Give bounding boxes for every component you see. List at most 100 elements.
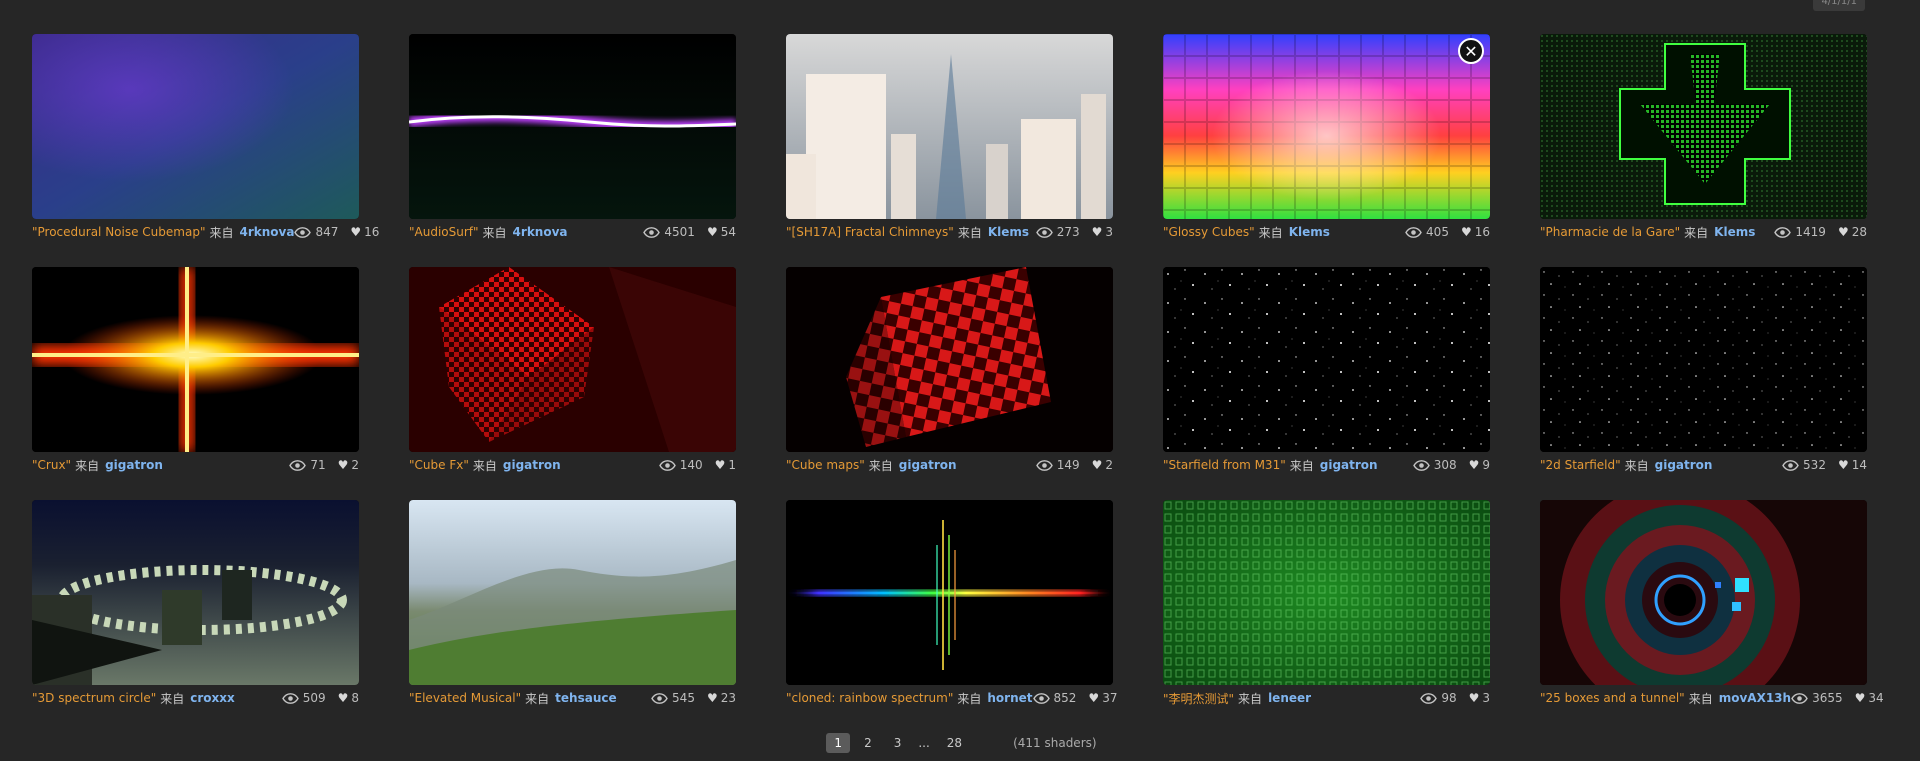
shader-thumbnail[interactable] (786, 34, 1113, 219)
page-link-3[interactable]: 3 (886, 733, 910, 753)
shader-card[interactable]: "AudioSurf" 来自 4rknova 4501 ♥ 54 (409, 34, 736, 249)
shader-thumbnail[interactable] (1540, 500, 1867, 685)
shader-stats: 3655 ♥ 34 (1791, 691, 1884, 705)
page-link-2[interactable]: 2 (856, 733, 880, 753)
from-label: 来自 (1624, 458, 1649, 473)
close-icon[interactable]: ✕ (1458, 38, 1484, 64)
from-label: 来自 (1684, 225, 1709, 240)
shader-thumbnail[interactable] (1540, 34, 1867, 219)
shader-title[interactable]: "Procedural Noise Cubemap" (32, 225, 205, 239)
shader-card[interactable]: "cloned: rainbow spectrum" 来自 hornet 852… (786, 500, 1117, 715)
shader-thumbnail[interactable] (786, 267, 1113, 452)
shader-stats: 4501 ♥ 54 (643, 225, 736, 239)
view-count: 545 (672, 691, 695, 705)
shader-thumbnail[interactable] (1163, 267, 1490, 452)
shader-author[interactable]: Klems (1714, 225, 1755, 239)
shader-title[interactable]: "3D spectrum circle" (32, 691, 156, 705)
shader-meta: "2d Starfield" 来自 gigatron 532 ♥ 14 (1540, 456, 1867, 474)
shader-card[interactable]: "Procedural Noise Cubemap" 来自 4rknova 84… (32, 34, 379, 249)
shader-thumbnail[interactable] (786, 500, 1113, 685)
like-count: 2 (351, 458, 359, 472)
shader-author[interactable]: 4rknova (239, 225, 294, 239)
shader-author[interactable]: gigatron (503, 458, 561, 472)
shader-title[interactable]: "Glossy Cubes" (1163, 225, 1255, 239)
shader-title[interactable]: "Cube maps" (786, 458, 865, 472)
view-count: 1419 (1795, 225, 1826, 239)
page-link-last[interactable]: 28 (939, 733, 970, 753)
from-label: 来自 (957, 225, 982, 240)
top-corner-badge: 4/1/1/1 (1813, 0, 1865, 11)
shader-thumbnail[interactable] (409, 500, 736, 685)
shader-thumbnail[interactable]: ✕ (1163, 34, 1490, 219)
shader-title[interactable]: "[SH17A] Fractal Chimneys" (786, 225, 954, 239)
shader-title[interactable]: "Cube Fx" (409, 458, 469, 472)
shader-card[interactable]: "Crux" 来自 gigatron 71 ♥ 2 (32, 267, 359, 482)
heart-icon: ♥ (1837, 458, 1849, 472)
shader-author[interactable]: 4rknova (513, 225, 568, 239)
shader-card[interactable]: "Starfield from M31" 来自 gigatron 308 ♥ 9 (1163, 267, 1490, 482)
like-count: 2 (1105, 458, 1113, 472)
shader-author[interactable]: croxxx (190, 691, 235, 705)
shader-title[interactable]: "2d Starfield" (1540, 458, 1621, 472)
shader-thumbnail[interactable] (32, 267, 359, 452)
shader-title[interactable]: "25 boxes and a tunnel" (1540, 691, 1685, 705)
shader-meta: "Procedural Noise Cubemap" 来自 4rknova 84… (32, 223, 379, 241)
shader-card[interactable]: "李明杰测试" 来自 leneer 98 ♥ 3 (1163, 500, 1490, 715)
shader-thumbnail[interactable] (32, 34, 359, 219)
shader-author[interactable]: gigatron (105, 458, 163, 472)
like-count: 16 (364, 225, 380, 239)
shader-author[interactable]: Klems (988, 225, 1029, 239)
eye-icon (1791, 692, 1808, 704)
from-label: 来自 (482, 225, 507, 240)
eye-icon (1412, 459, 1430, 471)
from-label: 来自 (1258, 225, 1283, 240)
shader-card[interactable]: "Cube maps" 来自 gigatron 149 ♥ 2 (786, 267, 1113, 482)
shader-author[interactable]: gigatron (899, 458, 957, 472)
shader-author[interactable]: hornet (987, 691, 1032, 705)
shader-thumbnail[interactable] (1163, 500, 1490, 685)
eye-icon (1035, 459, 1053, 471)
eye-icon (1405, 226, 1422, 238)
shader-meta: "Cube Fx" 来自 gigatron 140 ♥ 1 (409, 456, 736, 474)
heart-icon: ♥ (1460, 225, 1472, 239)
shader-card[interactable]: "25 boxes and a tunnel" 来自 movAX13h 3655… (1540, 500, 1884, 715)
shader-card[interactable]: "2d Starfield" 来自 gigatron 532 ♥ 14 (1540, 267, 1867, 482)
view-count: 4501 (664, 225, 695, 239)
like-count: 1 (728, 458, 736, 472)
shader-stats: 273 ♥ 3 (1035, 225, 1113, 239)
shader-card[interactable]: "Elevated Musical" 来自 tehsauce 545 ♥ 23 (409, 500, 736, 715)
shader-author[interactable]: gigatron (1655, 458, 1713, 472)
like-count: 34 (1868, 691, 1884, 705)
shader-title[interactable]: "cloned: rainbow spectrum" (786, 691, 953, 705)
shader-title[interactable]: "Crux" (32, 458, 71, 472)
shader-thumbnail[interactable] (32, 500, 359, 685)
heart-icon: ♥ (1091, 458, 1103, 472)
shader-card[interactable]: "[SH17A] Fractal Chimneys" 来自 Klems 273 … (786, 34, 1113, 249)
shader-thumbnail[interactable] (409, 267, 736, 452)
shader-stats: 847 ♥ 16 (294, 225, 379, 239)
shader-title[interactable]: "李明杰测试" (1163, 690, 1234, 707)
shader-title[interactable]: "Pharmacie de la Gare" (1540, 225, 1680, 239)
like-count: 9 (1482, 458, 1490, 472)
shader-stats: 308 ♥ 9 (1412, 458, 1490, 472)
shader-card[interactable]: "3D spectrum circle" 来自 croxxx 509 ♥ 8 (32, 500, 359, 715)
shader-title[interactable]: "AudioSurf" (409, 225, 479, 239)
shader-title[interactable]: "Elevated Musical" (409, 691, 521, 705)
shader-title[interactable]: "Starfield from M31" (1163, 458, 1286, 472)
shader-author[interactable]: movAX13h (1719, 691, 1791, 705)
shader-author[interactable]: leneer (1268, 691, 1311, 705)
heart-icon: ♥ (337, 691, 349, 705)
shader-meta: "cloned: rainbow spectrum" 来自 hornet 852… (786, 689, 1117, 707)
shader-card[interactable]: ✕ "Glossy Cubes" 来自 Klems 405 ♥ 16 (1163, 34, 1490, 249)
shader-card[interactable]: "Pharmacie de la Gare" 来自 Klems 1419 ♥ 2… (1540, 34, 1867, 249)
shader-meta: "[SH17A] Fractal Chimneys" 来自 Klems 273 … (786, 223, 1113, 241)
shader-author[interactable]: tehsauce (555, 691, 616, 705)
view-count: 273 (1056, 225, 1080, 239)
shader-total-count: (411 shaders) (1013, 736, 1097, 750)
shader-thumbnail[interactable] (409, 34, 736, 219)
shader-thumbnail[interactable] (1540, 267, 1867, 452)
shader-author[interactable]: Klems (1289, 225, 1330, 239)
shader-author[interactable]: gigatron (1320, 458, 1378, 472)
page-link-1[interactable]: 1 (826, 733, 851, 753)
shader-card[interactable]: "Cube Fx" 来自 gigatron 140 ♥ 1 (409, 267, 736, 482)
